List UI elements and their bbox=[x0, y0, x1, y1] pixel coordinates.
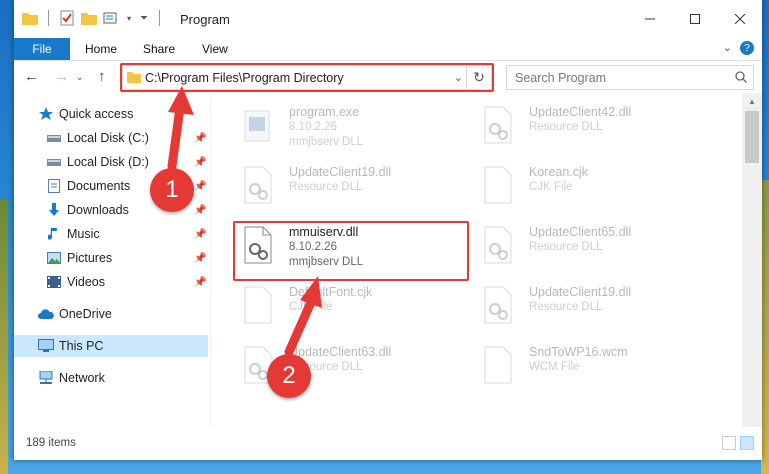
annotation-arrows bbox=[167, 86, 322, 357]
step-badge-2: 2 bbox=[267, 354, 311, 398]
arrow-to-file bbox=[284, 276, 322, 357]
step-badge-1: 1 bbox=[150, 168, 194, 212]
arrow-to-address-bar bbox=[167, 86, 194, 171]
